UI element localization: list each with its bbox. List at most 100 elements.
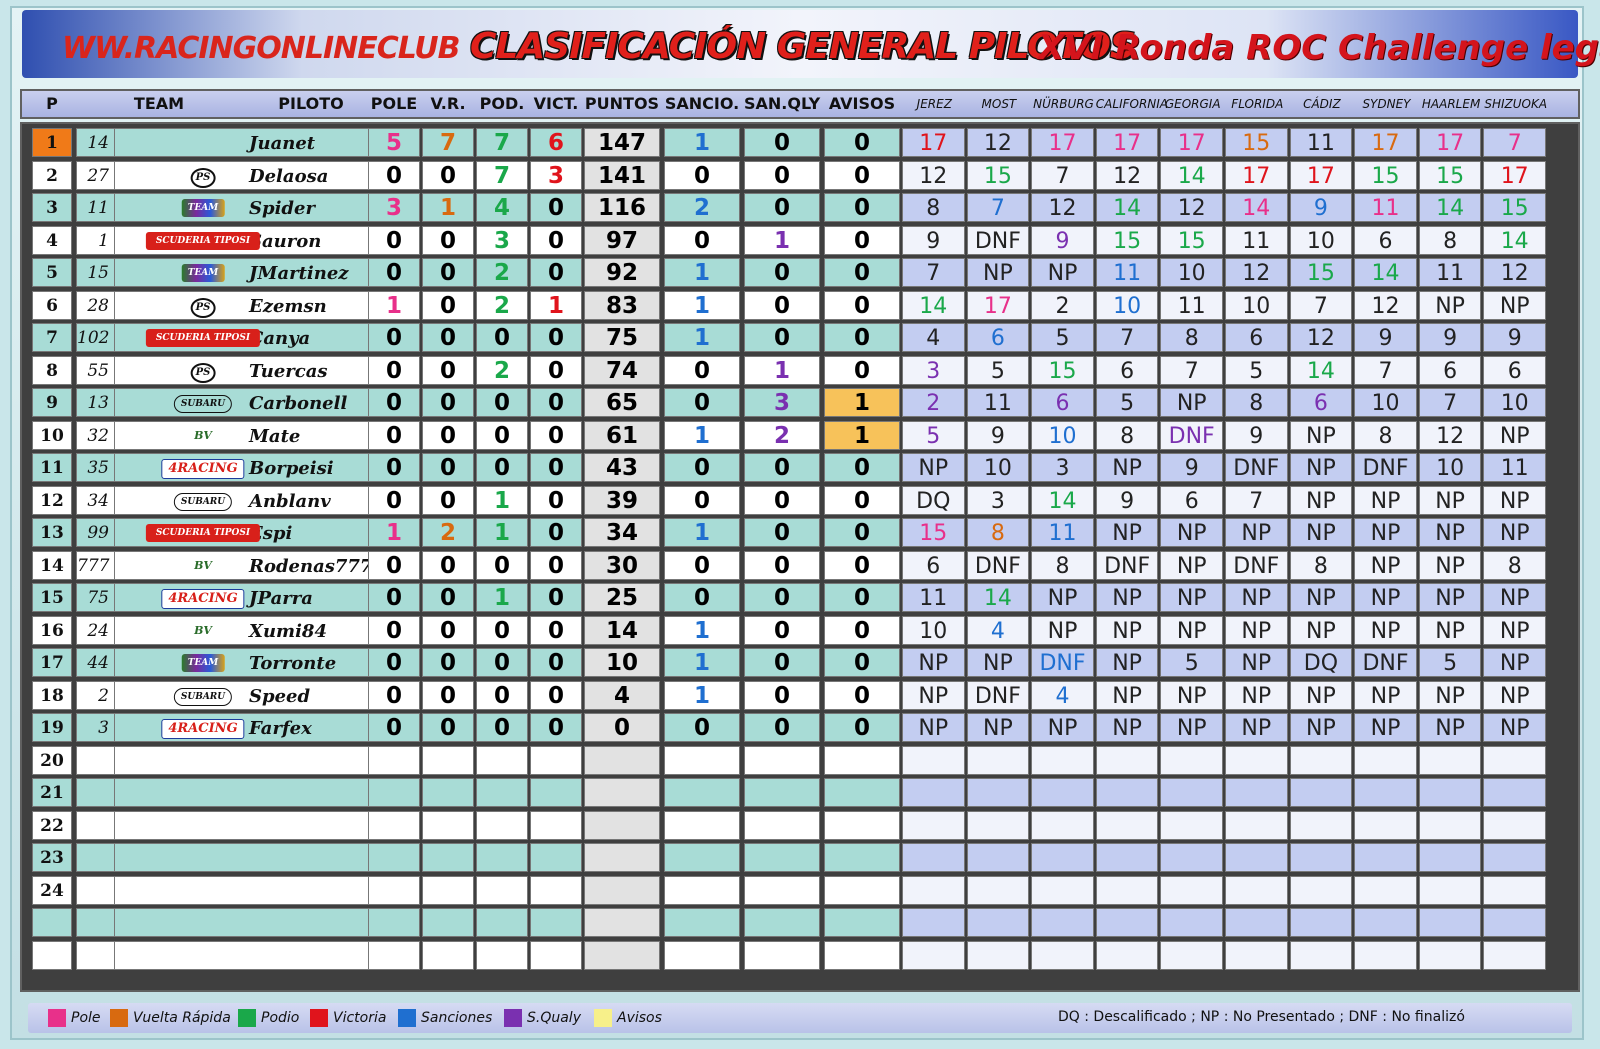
race-result-cell (902, 843, 965, 872)
pilot-cell (114, 843, 386, 872)
race-result-cell (1354, 778, 1417, 807)
race-result-cell: 6 (1354, 225, 1417, 255)
header-circuit: JEREZ (916, 97, 952, 111)
race-result-cell: 7 (1289, 290, 1353, 320)
race-result-cell: 9 (966, 420, 1030, 450)
race-result-cell (1095, 810, 1159, 840)
warnings-cell: 0 (824, 225, 900, 255)
sanction-qualy-cell: 0 (744, 648, 820, 677)
race-result-cell: 7 (1225, 485, 1288, 515)
header-piloto: PILOTO (278, 94, 344, 113)
car-number-cell: 44 (76, 648, 116, 677)
sanctions-cell: 1 (664, 323, 740, 352)
page-title: CLASIFICACIÓN GENERAL PILOTOS (470, 26, 1136, 67)
car-number-cell (76, 778, 116, 807)
vr-cell: 0 (422, 583, 474, 612)
team-logo-4racing: 4RACING (161, 589, 245, 609)
vr-cell: 0 (422, 323, 474, 352)
header-avisos: AVISOS (828, 94, 896, 113)
vr-cell: 1 (422, 193, 474, 222)
race-result-cell: NP (966, 713, 1030, 742)
race-result-cell: NP (902, 648, 965, 677)
race-result-cell (1289, 908, 1353, 937)
victory-cell: 0 (530, 388, 582, 417)
sanction-qualy-cell: 0 (744, 680, 820, 710)
position-cell: 24 (32, 875, 72, 905)
race-result-cell: 11 (1031, 518, 1094, 547)
race-result-cell: DNF (966, 550, 1030, 580)
race-result-cell: NP (1483, 680, 1546, 710)
pilot-cell: JParra 4RACING (114, 583, 386, 612)
race-result-cell: 6 (1031, 388, 1094, 417)
round-title: XVI Ronda ROC Challenge legacy (1038, 28, 1600, 68)
race-result-cell (1289, 875, 1353, 905)
sanctions-cell: 0 (664, 583, 740, 612)
header-circuit: SHIZUOKA (1484, 97, 1548, 111)
header-sancio: SANCIO. (664, 94, 740, 113)
team-logo-bv: BV (194, 558, 212, 572)
race-result-cell: 8 (902, 193, 965, 222)
sanctions-cell: 0 (664, 388, 740, 417)
race-result-cell: 9 (1418, 323, 1482, 352)
vr-cell (422, 908, 474, 937)
legend-label: Avisos (617, 1010, 662, 1026)
pole-cell (368, 810, 420, 840)
victory-cell: 6 (530, 128, 582, 157)
race-result-cell: 10 (1031, 420, 1094, 450)
race-result-cell: NP (1289, 713, 1353, 742)
podium-cell (476, 843, 528, 872)
race-result-cell: NP (1095, 648, 1159, 677)
legend-item: S.Qualy (504, 1009, 581, 1027)
race-result-cell: 14 (1483, 225, 1546, 255)
car-number-cell (76, 810, 116, 840)
race-result-cell: 11 (1225, 225, 1288, 255)
sanctions-cell: 1 (664, 518, 740, 547)
race-result-cell: 4 (902, 323, 965, 352)
race-result-cell (1160, 843, 1223, 872)
pilot-name: JMartinez (249, 263, 349, 284)
race-result-cell: 14 (1289, 355, 1353, 385)
warnings-cell: 0 (824, 518, 900, 547)
sanctions-cell: 1 (664, 648, 740, 677)
race-result-cell: DNF (1354, 648, 1417, 677)
legend-swatch (398, 1009, 416, 1027)
warnings-cell: 0 (824, 323, 900, 352)
podium-cell: 0 (476, 680, 528, 710)
points-cell (584, 940, 660, 970)
warnings-cell (824, 778, 900, 807)
race-result-cell: NP (1418, 583, 1482, 612)
position-cell: 14 (32, 550, 72, 580)
race-result-cell (1483, 810, 1546, 840)
vr-cell (422, 778, 474, 807)
victory-cell (530, 745, 582, 775)
position-cell: 22 (32, 810, 72, 840)
race-result-cell: 11 (1289, 128, 1353, 157)
sanction-qualy-cell (744, 778, 820, 807)
race-result-cell (1418, 843, 1482, 872)
pole-cell: 0 (368, 258, 420, 287)
header-vict: VICT. (533, 94, 579, 113)
race-result-cell (1225, 875, 1288, 905)
race-result-cell (1095, 908, 1159, 937)
race-result-cell: 8 (1031, 550, 1094, 580)
race-result-cell (1031, 778, 1094, 807)
race-result-cell: 17 (902, 128, 965, 157)
race-result-cell: 8 (1225, 388, 1288, 417)
pilot-name: Tuercas (249, 360, 328, 382)
sanctions-cell: 0 (664, 355, 740, 385)
race-result-cell (1031, 908, 1094, 937)
race-result-cell (1418, 908, 1482, 937)
race-result-cell (1225, 778, 1288, 807)
race-result-cell: 17 (1354, 128, 1417, 157)
race-result-cell (1289, 940, 1353, 970)
position-cell: 8 (32, 355, 72, 385)
race-result-cell: 12 (1418, 420, 1482, 450)
car-number-cell: 13 (76, 388, 116, 417)
position-cell (32, 908, 72, 937)
race-result-cell: 17 (966, 290, 1030, 320)
car-number-cell: 28 (76, 290, 116, 320)
header-circuit: MOST (981, 97, 1017, 111)
table-row: 12 34 Anblanv SUBARU 0 0 1 0 39 0 0 0 DQ 3 14 9 6 7 NP NP NP… (22, 484, 1578, 517)
race-result-cell (1031, 875, 1094, 905)
vr-cell: 0 (422, 713, 474, 742)
